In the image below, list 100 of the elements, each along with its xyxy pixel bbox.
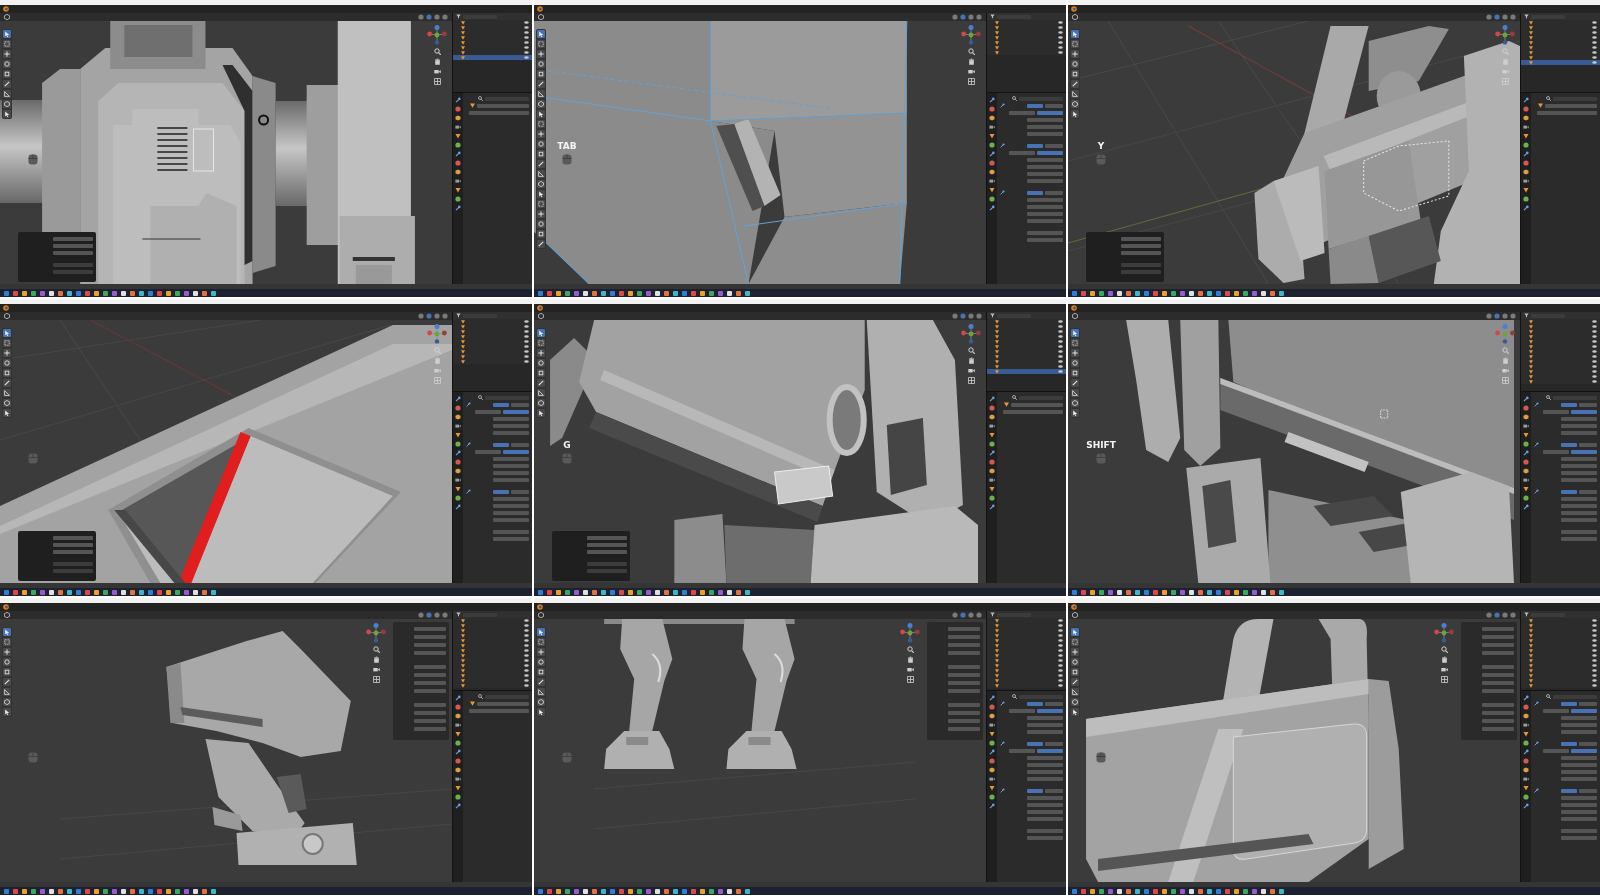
cursor-icon[interactable]: [3, 708, 11, 716]
sphere-icon[interactable]: [989, 704, 995, 710]
value-field[interactable]: [493, 423, 529, 428]
wrench-icon[interactable]: [466, 402, 471, 407]
cube-icon[interactable]: [1523, 414, 1529, 420]
value-field[interactable]: [53, 561, 93, 566]
wrench-icon[interactable]: [989, 205, 995, 211]
outliner-row[interactable]: [987, 618, 1066, 623]
zoom-icon[interactable]: [967, 347, 975, 354]
wrench-icon[interactable]: [989, 151, 995, 157]
triangle-icon[interactable]: [1523, 187, 1529, 193]
wrench-icon[interactable]: [455, 749, 461, 755]
outliner-row[interactable]: [987, 364, 1066, 369]
wrench-icon[interactable]: [1534, 788, 1539, 793]
value-field[interactable]: [1027, 769, 1063, 774]
search-field[interactable]: [1531, 14, 1565, 19]
move-icon[interactable]: [537, 648, 545, 656]
pencil-icon[interactable]: [3, 678, 11, 686]
value-field[interactable]: [414, 680, 446, 685]
triangle-icon[interactable]: [989, 133, 995, 139]
search-field[interactable]: [463, 612, 497, 617]
camera-icon[interactable]: [989, 722, 995, 728]
sphere-icon[interactable]: [455, 740, 461, 746]
wrench-icon[interactable]: [466, 489, 471, 494]
value-field[interactable]: [1027, 211, 1063, 216]
wrench-icon[interactable]: [455, 803, 461, 809]
rotate-icon[interactable]: [3, 60, 11, 68]
value-field[interactable]: [1011, 402, 1063, 407]
value-field[interactable]: [469, 708, 529, 713]
value-field[interactable]: [493, 510, 529, 515]
value-field[interactable]: [414, 718, 446, 723]
hand-icon[interactable]: [906, 656, 914, 663]
select-box-icon[interactable]: [1071, 339, 1079, 347]
search-field[interactable]: [1531, 313, 1565, 318]
sphere-icon[interactable]: [455, 160, 461, 166]
cube-icon[interactable]: [455, 767, 461, 773]
cube-icon[interactable]: [455, 115, 461, 121]
value-field[interactable]: [1027, 230, 1063, 235]
sphere-icon[interactable]: [1523, 441, 1529, 447]
value-field[interactable]: [1027, 802, 1063, 807]
cube-icon[interactable]: [3, 399, 11, 407]
axis-gizmo-icon[interactable]: [427, 324, 447, 344]
value-field[interactable]: [1561, 828, 1597, 833]
logo-icon[interactable]: [537, 305, 543, 311]
value-field[interactable]: [53, 535, 93, 540]
wrench-icon[interactable]: [1523, 504, 1529, 510]
cube-icon[interactable]: [537, 399, 545, 407]
toggle-button[interactable]: [1027, 103, 1043, 108]
value-field[interactable]: [587, 561, 627, 566]
search-field[interactable]: [1531, 612, 1565, 617]
search-field[interactable]: [463, 313, 497, 318]
value-field[interactable]: [1482, 718, 1514, 723]
value-field[interactable]: [1482, 634, 1514, 639]
value-field[interactable]: [1027, 178, 1063, 183]
value-field[interactable]: [948, 642, 980, 647]
sphere-icon[interactable]: [989, 142, 995, 148]
cube-icon[interactable]: [3, 698, 11, 706]
toggle-button[interactable]: [493, 402, 509, 407]
value-field[interactable]: [1027, 715, 1063, 720]
toggle-button[interactable]: [1027, 701, 1043, 706]
value-field[interactable]: [493, 456, 529, 461]
cube-icon[interactable]: [538, 313, 544, 319]
pencil-icon[interactable]: [537, 379, 545, 387]
value-field[interactable]: [1561, 529, 1597, 534]
value-field[interactable]: [948, 726, 980, 731]
wrench-icon[interactable]: [455, 695, 461, 701]
triangle-icon[interactable]: [455, 731, 461, 737]
value-field[interactable]: [493, 529, 529, 534]
value-field[interactable]: [1027, 204, 1063, 209]
toggle-button[interactable]: [1037, 150, 1063, 155]
select-box-icon[interactable]: [1071, 638, 1079, 646]
wrench-icon[interactable]: [1000, 143, 1005, 148]
pencil-icon[interactable]: [537, 160, 545, 168]
value-field[interactable]: [469, 110, 529, 115]
cursor-icon[interactable]: [537, 190, 545, 198]
value-field[interactable]: [1561, 456, 1597, 461]
select-box-icon[interactable]: [537, 638, 545, 646]
value-field[interactable]: [1027, 131, 1063, 136]
toggle-button[interactable]: [503, 409, 529, 414]
cursor-icon[interactable]: [3, 329, 11, 337]
wrench-icon[interactable]: [1523, 450, 1529, 456]
sphere-icon[interactable]: [1523, 704, 1529, 710]
value-field[interactable]: [493, 517, 529, 522]
camera-icon[interactable]: [1523, 124, 1529, 130]
cube-icon[interactable]: [1523, 169, 1529, 175]
toggle-button[interactable]: [1571, 708, 1597, 713]
value-field[interactable]: [948, 634, 980, 639]
value-field[interactable]: [1561, 423, 1597, 428]
pencil-icon[interactable]: [1071, 379, 1079, 387]
sphere-icon[interactable]: [1523, 160, 1529, 166]
outliner-row[interactable]: [453, 319, 532, 324]
value-field[interactable]: [1027, 164, 1063, 169]
camera-icon[interactable]: [1523, 722, 1529, 728]
cube-icon[interactable]: [1071, 100, 1079, 108]
value-field[interactable]: [477, 701, 529, 706]
value-field[interactable]: [1561, 722, 1597, 727]
rotate-icon[interactable]: [537, 60, 545, 68]
triangle-icon[interactable]: [455, 432, 461, 438]
ruler-icon[interactable]: [537, 688, 545, 696]
value-field[interactable]: [53, 269, 93, 274]
